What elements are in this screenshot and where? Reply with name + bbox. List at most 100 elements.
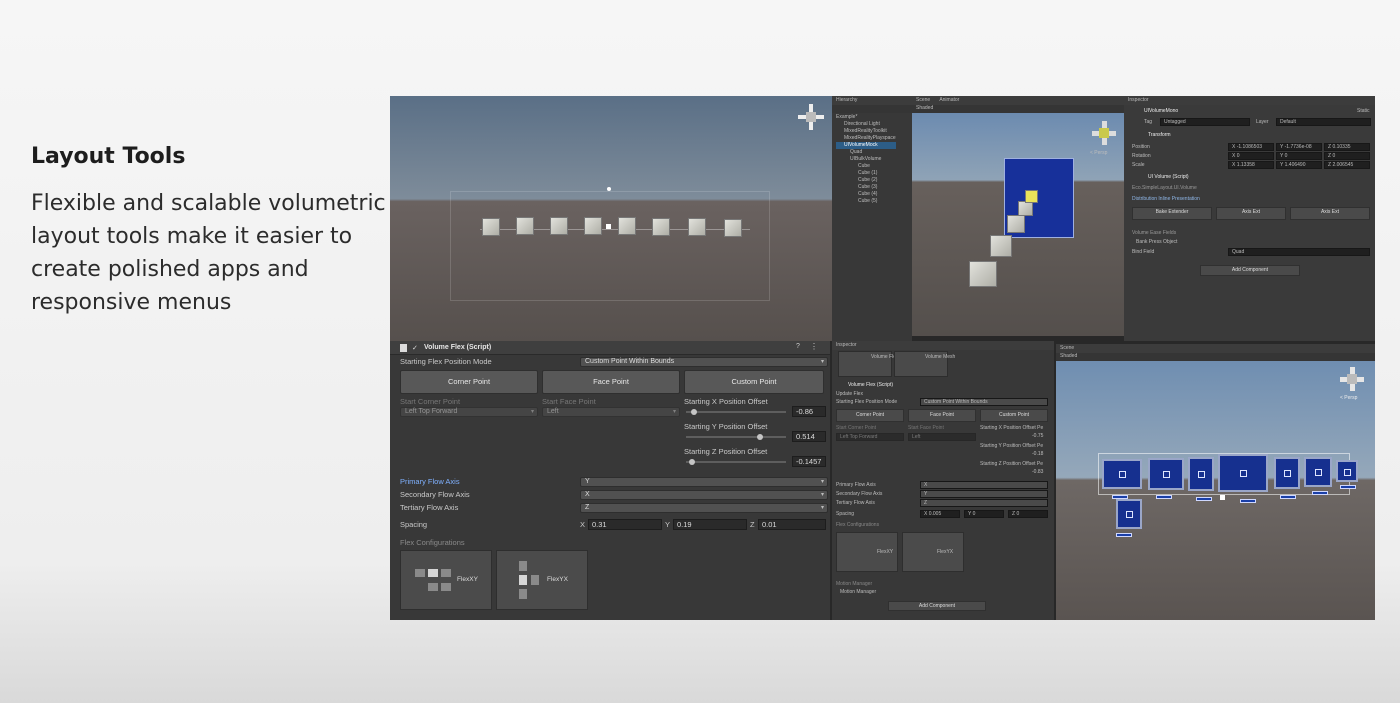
- cube[interactable]: [990, 235, 1012, 257]
- motion-manager-item[interactable]: Motion Manager: [840, 589, 876, 596]
- tab-scene[interactable]: Scene: [916, 97, 930, 103]
- bottom-persp-label[interactable]: < Persp: [1340, 395, 1357, 402]
- scene-orientation-gizmo-icon[interactable]: [1092, 121, 1118, 147]
- cube[interactable]: [969, 261, 997, 287]
- scene-orientation-gizmo-icon[interactable]: [798, 104, 824, 130]
- transform-title[interactable]: Transform: [1148, 132, 1171, 139]
- face-point-button[interactable]: Face Point: [542, 370, 680, 394]
- mode-dropdown[interactable]: Custom Point Within Bounds: [580, 357, 828, 367]
- position-x[interactable]: X -1.1086503: [1228, 143, 1274, 151]
- component-title[interactable]: Volume Flex (Script): [424, 342, 491, 354]
- settings-icon[interactable]: ⋮: [810, 342, 818, 351]
- mini-component-title[interactable]: Volume Flex (Script): [848, 382, 893, 389]
- bake-extender-button[interactable]: Bake Extender: [1132, 207, 1212, 220]
- mini-spacing-y[interactable]: Y 0: [964, 510, 1004, 518]
- mini-flex-yx-tile[interactable]: FlexYX: [902, 532, 964, 572]
- hierarchy-item[interactable]: UIBulkVolume: [836, 156, 896, 163]
- hierarchy-item[interactable]: MixedRealityToolkit: [836, 128, 896, 135]
- script-title[interactable]: UI Volume (Script): [1148, 174, 1189, 181]
- cube[interactable]: [618, 217, 636, 235]
- ui-panel[interactable]: [1304, 457, 1332, 487]
- hierarchy-item[interactable]: Example*: [836, 114, 896, 121]
- mini-x-offset[interactable]: -0.75: [1032, 433, 1043, 440]
- rotation-x[interactable]: X 0: [1228, 152, 1274, 160]
- cube[interactable]: [724, 219, 742, 237]
- hierarchy-item[interactable]: Directional Light: [836, 121, 896, 128]
- hierarchy-search[interactable]: [832, 105, 912, 113]
- scale-x[interactable]: X 1.13358: [1228, 161, 1274, 169]
- tile-volume-mesh[interactable]: Volume Mesh: [894, 351, 955, 377]
- y-offset-knob[interactable]: [756, 434, 763, 440]
- rotation-y[interactable]: Y 0: [1276, 152, 1322, 160]
- cube[interactable]: [516, 217, 534, 235]
- flex-xy-config-tile[interactable]: FlexXY: [400, 550, 492, 610]
- hierarchy-item[interactable]: Cube (1): [836, 170, 896, 177]
- hierarchy-item[interactable]: MixedRealityPlayspace: [836, 135, 896, 142]
- top-handle[interactable]: [607, 187, 611, 191]
- object-name[interactable]: UIVolumeMono: [1144, 108, 1178, 115]
- mini-custom-point-button[interactable]: Custom Point: [980, 409, 1048, 422]
- custom-point-button[interactable]: Custom Point: [684, 370, 824, 394]
- primary-axis-dropdown[interactable]: Y: [580, 477, 828, 487]
- mini-face-point-button[interactable]: Face Point: [908, 409, 976, 422]
- scene-viewport[interactable]: < Persp: [912, 113, 1124, 336]
- hierarchy-item[interactable]: Cube (3): [836, 184, 896, 191]
- tab-scene-bottom[interactable]: Scene: [1060, 345, 1074, 351]
- x-offset-knob[interactable]: [690, 409, 697, 415]
- scale-z[interactable]: Z 2.006545: [1324, 161, 1370, 169]
- main-scene-view[interactable]: [390, 96, 832, 341]
- face-point-dropdown[interactable]: Left: [542, 407, 680, 417]
- mini-flex-xy-tile[interactable]: FlexXY: [836, 532, 898, 572]
- help-icon[interactable]: ?: [796, 343, 800, 350]
- layer-dropdown[interactable]: Default: [1276, 118, 1371, 126]
- ui-panel[interactable]: [1116, 499, 1142, 529]
- flex-yx-config-tile[interactable]: FlexYX: [496, 550, 588, 610]
- z-offset-field[interactable]: -0.1457: [792, 456, 826, 467]
- shading-mode-dropdown[interactable]: Shaded: [916, 105, 933, 112]
- spacing-z-field[interactable]: 0.01: [758, 519, 826, 530]
- ui-panel[interactable]: [1188, 457, 1214, 491]
- ui-panel[interactable]: [1148, 458, 1184, 490]
- mini-secondary-dropdown[interactable]: Y: [920, 490, 1048, 498]
- ui-panel[interactable]: [1336, 460, 1358, 482]
- cube[interactable]: [1007, 215, 1025, 233]
- rotation-z[interactable]: Z 0: [1324, 152, 1370, 160]
- cube[interactable]: [688, 218, 706, 236]
- axis-ext-button[interactable]: Axis Ext: [1216, 207, 1286, 220]
- ui-panel[interactable]: [1102, 459, 1142, 489]
- mini-spacing-x[interactable]: X 0.005: [920, 510, 960, 518]
- cube[interactable]: [1018, 201, 1033, 216]
- static-toggle[interactable]: Static: [1357, 108, 1370, 115]
- hierarchy-item[interactable]: Cube (5): [836, 198, 896, 205]
- corner-point-dropdown[interactable]: Left Top Forward: [400, 407, 538, 417]
- pivot-handle[interactable]: [1220, 495, 1225, 500]
- mini-add-component-button[interactable]: Add Component: [888, 601, 986, 611]
- tab-inspector-mini[interactable]: Inspector: [836, 342, 857, 348]
- hierarchy-item[interactable]: UIVolumeMock: [836, 142, 896, 149]
- position-y[interactable]: Y -1.7736e-08: [1276, 143, 1322, 151]
- cube[interactable]: [482, 218, 500, 236]
- tab-inspector[interactable]: Inspector: [1128, 97, 1149, 103]
- cube[interactable]: [584, 217, 602, 235]
- mini-y-offset[interactable]: -0.18: [1032, 451, 1043, 458]
- spacing-x-field[interactable]: 0.31: [588, 519, 662, 530]
- tag-dropdown[interactable]: Untagged: [1160, 118, 1250, 126]
- position-z[interactable]: Z 0.10335: [1324, 143, 1370, 151]
- y-offset-field[interactable]: 0.514: [792, 431, 826, 442]
- x-offset-field[interactable]: -0.86: [792, 406, 826, 417]
- add-component-button[interactable]: Add Component: [1200, 265, 1300, 276]
- cube[interactable]: [652, 218, 670, 236]
- mini-face-dropdown[interactable]: Left: [908, 433, 976, 441]
- mini-corner-point-button[interactable]: Corner Point: [836, 409, 904, 422]
- spacing-y-field[interactable]: 0.19: [673, 519, 747, 530]
- x-offset-slider[interactable]: [686, 409, 786, 415]
- corner-point-button[interactable]: Corner Point: [400, 370, 538, 394]
- ui-panel[interactable]: [1218, 454, 1268, 492]
- secondary-axis-dropdown[interactable]: X: [580, 490, 828, 500]
- mini-z-offset[interactable]: -0.83: [1032, 469, 1043, 476]
- enable-checkbox[interactable]: ✓: [412, 344, 418, 352]
- hierarchy-item[interactable]: Cube (2): [836, 177, 896, 184]
- z-offset-knob[interactable]: [688, 459, 695, 465]
- cube[interactable]: [550, 217, 568, 235]
- mini-mode-dropdown[interactable]: Custom Point Within Bounds: [920, 398, 1048, 406]
